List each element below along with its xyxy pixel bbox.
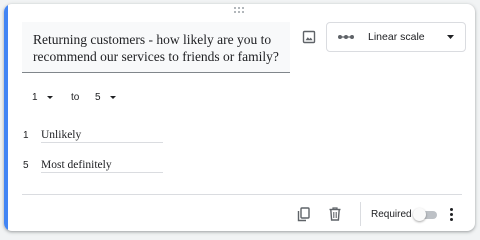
chevron-down-icon: [46, 96, 53, 99]
label-max-input[interactable]: Most definitely: [41, 158, 163, 173]
image-icon: [302, 30, 316, 44]
label-max-number: 5: [23, 160, 29, 171]
scale-max-value: 5: [95, 92, 101, 103]
required-toggle[interactable]: [413, 208, 437, 221]
scale-min-value: 1: [32, 92, 38, 103]
chevron-down-icon: [447, 35, 454, 39]
trash-icon: [329, 207, 341, 221]
footer-divider: [22, 194, 462, 195]
add-image-button[interactable]: [300, 28, 318, 46]
chevron-down-icon: [109, 96, 116, 99]
question-card[interactable]: Returning customers - how likely are you…: [4, 4, 475, 231]
drag-handle-icon[interactable]: [234, 7, 248, 15]
scale-max-dropdown[interactable]: 5: [95, 92, 116, 103]
question-type-label: Linear scale: [368, 31, 425, 43]
more-options-icon[interactable]: [445, 206, 457, 222]
scale-to-label: to: [71, 92, 80, 103]
delete-button[interactable]: [326, 205, 344, 223]
linear-scale-icon: [338, 33, 354, 41]
label-min-number: 1: [23, 130, 29, 141]
required-toggle-thumb: [413, 208, 426, 221]
copy-icon: [297, 206, 310, 221]
active-accent-bar: [4, 4, 8, 231]
required-label: Required: [371, 209, 412, 220]
scale-min-dropdown[interactable]: 1: [32, 92, 53, 103]
label-min-input[interactable]: Unlikely: [41, 128, 163, 143]
duplicate-button[interactable]: [294, 205, 312, 223]
question-title-field[interactable]: Returning customers - how likely are you…: [22, 22, 290, 73]
footer-separator: [360, 202, 361, 226]
question-title-text[interactable]: Returning customers - how likely are you…: [33, 31, 283, 65]
question-type-dropdown[interactable]: Linear scale: [326, 22, 466, 52]
